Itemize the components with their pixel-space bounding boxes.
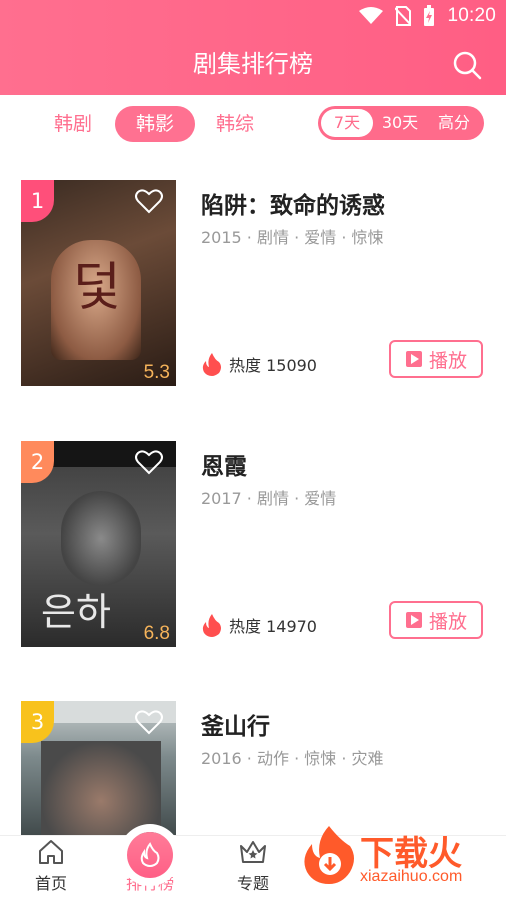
tab-korean-drama[interactable]: 韩剧 [40,106,106,142]
period-high-score[interactable]: 高分 [427,109,481,137]
tab-korean-variety[interactable]: 韩综 [202,106,268,142]
poster-mark: 은하 [41,590,111,634]
watermark-url: xiazaihuo.com [360,868,463,885]
crown-icon [240,841,266,863]
tab-topics[interactable]: 专题 [213,838,293,894]
movie-meta: 2017 · 剧情 · 爱情 [201,489,337,508]
poster[interactable]: 3 [21,701,176,841]
wifi-icon [359,7,384,24]
heat-info: 热度 15090 [201,352,317,376]
heart-icon[interactable] [134,186,164,216]
play-label: 播放 [428,349,467,372]
score: 5.3 [143,362,170,383]
app-header: 10:20 剧集排行榜 [0,0,506,95]
status-bar: 10:20 [0,0,506,34]
filter-bar: 韩剧 韩影 韩综 7天 30天 高分 [0,100,506,150]
period-7-days[interactable]: 7天 [321,109,373,137]
flame-icon [202,353,221,376]
heat-info: 热度 14970 [201,613,317,637]
tab-label: 首页 [34,874,67,893]
play-icon [405,612,422,628]
play-icon [405,351,422,367]
movie-title[interactable]: 恩霞 [201,447,247,481]
play-button[interactable]: 播放 [389,601,483,639]
home-icon [39,840,63,864]
ranking-fab[interactable] [127,832,173,878]
flame-logo-icon [304,826,354,884]
flame-icon [202,614,221,637]
period-segment: 7天 30天 高分 [318,106,484,140]
bottom-tab-bar: 首页 排行榜 专题 下载火 xiazaihuo.com [0,826,506,900]
no-sim-icon [395,6,412,26]
play-label: 播放 [428,610,467,633]
heat-text: 热度 15090 [229,356,317,375]
flame-icon [140,842,160,868]
poster-figure [61,491,141,586]
movie-meta: 2015 · 剧情 · 爱情 · 惊悚 [201,228,384,247]
list-item[interactable]: 덫 1 5.3 陷阱：致命的诱惑 2015 · 剧情 · 爱情 · 惊悚 热度 … [21,180,485,386]
battery-icon [424,5,435,26]
movie-title[interactable]: 陷阱：致命的诱惑 [201,186,385,220]
rank-badge: 2 [21,441,54,483]
rank-badge: 1 [21,180,54,222]
tab-home[interactable]: 首页 [11,838,91,894]
tab-label: 专题 [236,874,269,893]
poster-crowd [41,741,161,841]
poster[interactable]: 은하 2 6.8 [21,441,176,647]
rank-badge: 3 [21,701,54,743]
heart-icon[interactable] [134,707,164,737]
list-item[interactable]: 3 釜山行 2016 · 动作 · 惊悚 · 灾难 [21,701,485,841]
search-icon[interactable] [452,50,482,80]
score: 6.8 [143,623,170,644]
status-time: 10:20 [447,5,496,26]
heart-icon[interactable] [134,447,164,477]
list-item[interactable]: 은하 2 6.8 恩霞 2017 · 剧情 · 爱情 热度 14970 播放 [21,441,485,647]
watermark-logo: 下载火 xiazaihuo.com [300,822,500,892]
poster-mark: 덫 [73,258,121,318]
play-button[interactable]: 播放 [389,340,483,378]
movie-meta: 2016 · 动作 · 惊悚 · 灾难 [201,749,384,768]
movie-title[interactable]: 釜山行 [201,707,270,741]
tab-korean-movie[interactable]: 韩影 [115,106,195,142]
period-30-days[interactable]: 30天 [373,109,427,137]
heat-text: 热度 14970 [229,617,317,636]
page-title: 剧集排行榜 [193,50,313,78]
poster[interactable]: 덫 1 5.3 [21,180,176,386]
